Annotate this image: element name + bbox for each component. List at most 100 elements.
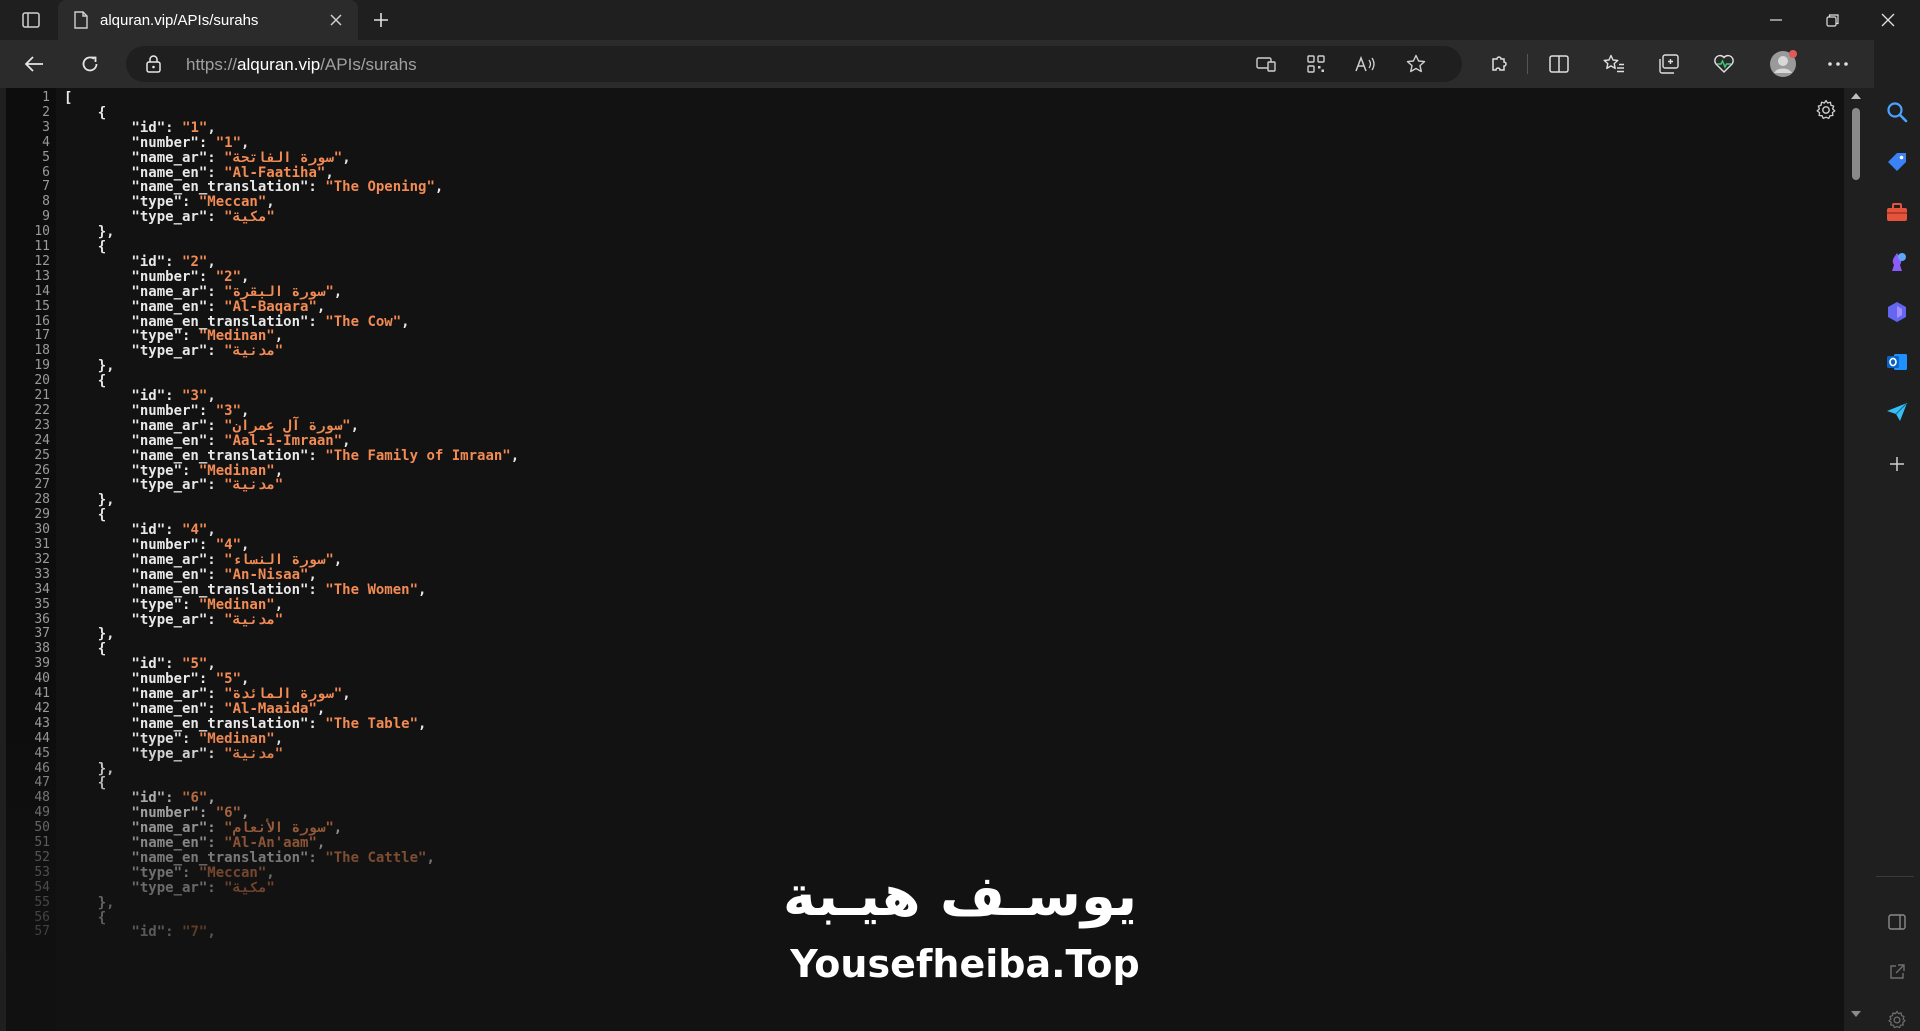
- line-number: 42: [34, 700, 50, 716]
- minimize-button[interactable]: [1748, 0, 1804, 40]
- line-number: 44: [34, 730, 50, 746]
- json-key-text: "id":: [64, 119, 183, 136]
- outlook-icon: [1887, 354, 1907, 370]
- json-key-text: },: [64, 760, 115, 777]
- extensions-button[interactable]: [1481, 48, 1517, 80]
- json-key-text: ,: [241, 671, 250, 688]
- json-key-text: ,: [316, 700, 326, 717]
- line-number: 55: [34, 894, 50, 910]
- browser-essentials-button[interactable]: [1706, 48, 1742, 80]
- json-line: {: [64, 373, 106, 389]
- restore-icon: [1825, 13, 1839, 27]
- profile-button[interactable]: [1765, 48, 1801, 80]
- sidebar-search-button[interactable]: [1879, 94, 1915, 130]
- json-string-value: "5": [182, 656, 208, 673]
- json-string-value: "مكية": [224, 209, 275, 226]
- scroll-down-arrow-icon[interactable]: [1850, 1010, 1862, 1018]
- sidebar-outlook-button[interactable]: [1879, 344, 1915, 380]
- json-key-text: ,: [342, 149, 351, 166]
- json-key-text: ,: [207, 522, 216, 539]
- sidebar-games-button[interactable]: [1879, 244, 1915, 280]
- json-string-value: "7": [182, 924, 208, 941]
- json-line: },: [64, 761, 115, 777]
- line-number: 28: [34, 492, 50, 508]
- url-text[interactable]: https://alquran.vip/APIs/surahs: [186, 55, 417, 75]
- line-number: 3: [42, 119, 50, 135]
- line-number: 50: [34, 820, 50, 836]
- sidebar-shopping-button[interactable]: [1879, 144, 1915, 180]
- json-key-text: "name_ar":: [64, 551, 225, 568]
- json-key-text: ,: [401, 313, 410, 330]
- json-key-text: ,: [316, 835, 326, 851]
- json-key-text: "number":: [64, 134, 216, 151]
- settings-and-more-button[interactable]: [1820, 48, 1856, 80]
- json-key-text: ,: [333, 820, 343, 837]
- qr-code-button[interactable]: [1300, 50, 1332, 78]
- watermark-arabic: يوسـف هيـبة: [782, 864, 1138, 929]
- json-line: "number": "4",: [64, 537, 249, 553]
- json-key-text: "number":: [64, 805, 216, 822]
- json-line: },: [64, 626, 115, 642]
- json-string-value: "Al-Maaida": [224, 700, 317, 717]
- browser-window: alquran.vip/APIs/surahs https://alquran.…: [0, 0, 1920, 1031]
- json-string-value: "The Women": [325, 581, 419, 598]
- json-key-text: },: [64, 492, 115, 509]
- scrollbar-thumb[interactable]: [1852, 108, 1860, 180]
- back-button[interactable]: [16, 48, 52, 80]
- line-number: 16: [34, 313, 50, 329]
- vertical-scrollbar[interactable]: [1848, 88, 1864, 1031]
- tab-close-button[interactable]: [322, 6, 350, 34]
- new-tab-button[interactable]: [366, 6, 396, 34]
- json-string-value: "سورة آل عمران": [224, 417, 351, 434]
- close-window-button[interactable]: [1860, 0, 1916, 40]
- read-aloud-button[interactable]: [1350, 50, 1382, 78]
- sidebar-open-external-button[interactable]: [1879, 954, 1915, 990]
- sidebar-copilot-designer-button[interactable]: [1879, 294, 1915, 330]
- json-key-text: ,: [266, 864, 275, 881]
- edge-sidebar: [1874, 40, 1920, 1031]
- json-key-text: ,: [207, 253, 216, 270]
- json-string-value: "3": [215, 402, 242, 419]
- json-key-text: "name_ar":: [64, 283, 225, 300]
- sidebar-tools-button[interactable]: [1879, 194, 1915, 230]
- json-key-text: ,: [241, 402, 250, 419]
- sidebar-hide-button[interactable]: [1879, 904, 1915, 940]
- sidebar-add-button[interactable]: [1879, 446, 1915, 482]
- refresh-button[interactable]: [72, 48, 108, 80]
- json-line: "type_ar": "مدنية": [64, 343, 283, 359]
- lock-icon[interactable]: [146, 55, 161, 73]
- sidebar-settings-button[interactable]: [1879, 1002, 1915, 1031]
- tab-alquran-surahs[interactable]: alquran.vip/APIs/surahs: [58, 0, 358, 40]
- line-number: 13: [34, 268, 50, 284]
- json-string-value: "5": [215, 671, 242, 688]
- json-string-value: "سورة الفاتحة": [224, 149, 343, 166]
- json-key-text: "number":: [64, 268, 216, 285]
- collections-button[interactable]: [1651, 48, 1687, 80]
- json-key-text: [: [64, 90, 73, 106]
- address-bar[interactable]: https://alquran.vip/APIs/surahs: [126, 46, 1462, 82]
- favorite-button[interactable]: [1400, 50, 1432, 78]
- app-available-button[interactable]: [1250, 50, 1282, 78]
- json-key-text: ,: [316, 298, 326, 315]
- line-number: 19: [34, 358, 50, 374]
- json-key-text: "name_ar":: [64, 417, 225, 434]
- line-number: 10: [34, 224, 50, 240]
- json-key-text: "number":: [64, 671, 216, 688]
- json-key-text: "type_ar":: [64, 343, 225, 360]
- install-app-icon: [1256, 57, 1276, 72]
- viewer-settings-button[interactable]: [1814, 98, 1838, 122]
- restore-button[interactable]: [1804, 0, 1860, 40]
- line-number: 57: [34, 924, 50, 940]
- collections-icon: [1659, 54, 1679, 74]
- json-key-text: {: [64, 909, 107, 926]
- json-string-value: "سورة الأنعام": [224, 820, 334, 837]
- json-key-text: ,: [418, 581, 427, 598]
- favorites-button[interactable]: [1596, 48, 1632, 80]
- sidebar-drop-button[interactable]: [1879, 394, 1915, 430]
- json-key-text: ,: [207, 388, 216, 404]
- json-line: "name_en_translation": "The Opening",: [64, 179, 443, 195]
- scroll-up-arrow-icon[interactable]: [1850, 92, 1862, 100]
- split-screen-button[interactable]: [1541, 48, 1577, 80]
- json-key-text: {: [64, 641, 107, 658]
- tab-actions-button[interactable]: [14, 6, 48, 34]
